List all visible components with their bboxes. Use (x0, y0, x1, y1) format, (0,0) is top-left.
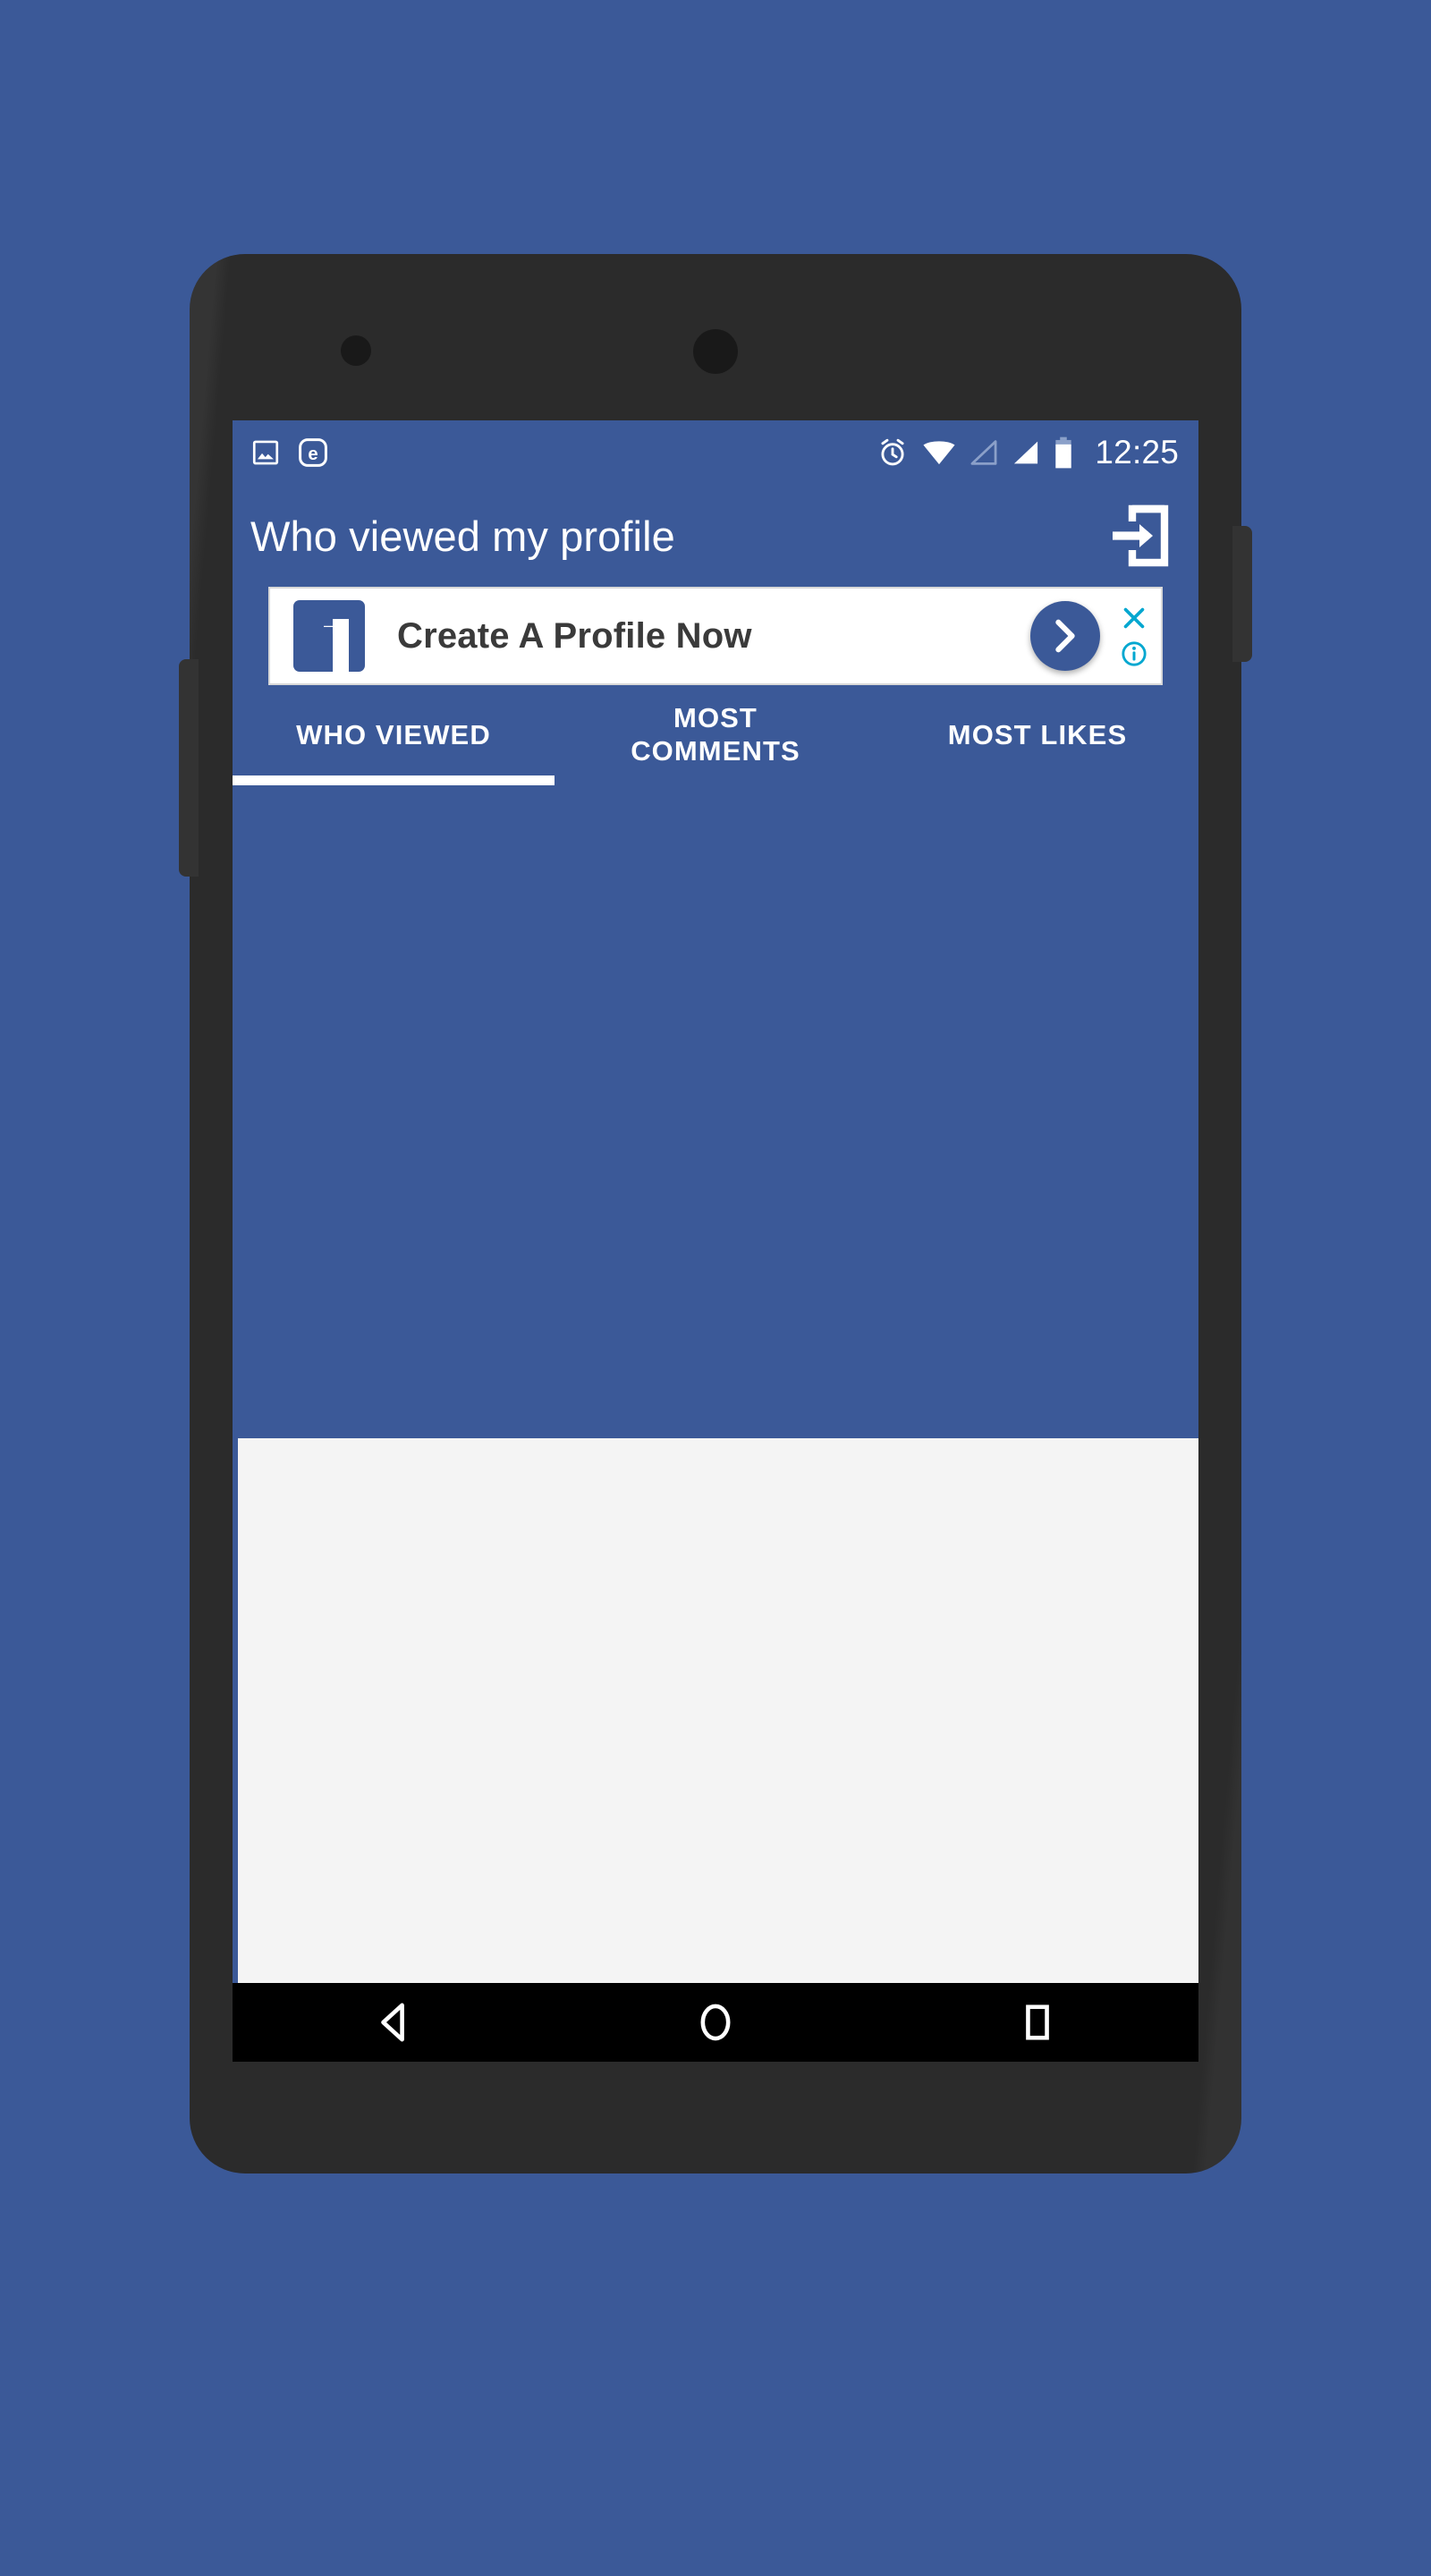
power-button[interactable] (1232, 526, 1252, 662)
app-bar: Who viewed my profile (233, 485, 1198, 587)
signal-full-icon (1012, 439, 1040, 466)
ad-cta-button[interactable] (1030, 601, 1100, 671)
tab-label: MOST LIKES (947, 718, 1128, 750)
status-bar-clock: 12:25 (1095, 434, 1179, 470)
ad-info-icon[interactable] (1121, 640, 1147, 667)
content-area (233, 785, 1198, 2062)
tab-most-likes[interactable]: MOST LIKES (876, 685, 1198, 785)
logout-button[interactable] (1105, 500, 1173, 572)
status-bar-right-icons: 12:25 (876, 434, 1179, 471)
status-bar-left-icons: e (250, 436, 329, 469)
tab-label: MOST COMMENTS (631, 702, 800, 767)
battery-icon (1054, 436, 1073, 469)
back-triangle-icon (374, 2002, 413, 2043)
tab-label: WHO VIEWED (296, 718, 491, 750)
ad-banner[interactable]: Create A Profile Now (268, 587, 1163, 685)
status-bar: e 12:25 (233, 420, 1198, 485)
nav-back-button[interactable] (233, 1983, 555, 2062)
tab-active-indicator (233, 775, 555, 785)
edge-browser-icon: e (297, 436, 329, 469)
ad-headline: Create A Profile Now (397, 615, 752, 656)
android-navigation-bar (233, 1983, 1198, 2062)
close-icon[interactable] (1122, 606, 1147, 631)
page-canvas: e 12:25 Who viewed my profile Create A P… (0, 0, 1431, 2576)
front-camera-icon (693, 329, 738, 374)
chevron-right-icon (1049, 617, 1081, 655)
tab-bar: WHO VIEWED MOST COMMENTS MOST LIKES (233, 685, 1198, 785)
empty-content-panel (238, 1438, 1198, 2027)
home-circle-icon (696, 2002, 735, 2043)
recents-square-icon (1020, 2002, 1055, 2043)
svg-text:e: e (308, 445, 318, 464)
page-title: Who viewed my profile (250, 512, 675, 560)
facebook-logo-icon (293, 600, 365, 672)
logout-icon (1109, 504, 1170, 568)
image-icon (250, 437, 281, 468)
proximity-sensor-icon (341, 335, 371, 366)
volume-rocker-button[interactable] (179, 659, 199, 877)
wifi-icon (922, 439, 956, 466)
alarm-clock-icon (876, 436, 909, 469)
phone-screen: e 12:25 Who viewed my profile Create A P… (233, 420, 1198, 2062)
tab-most-comments[interactable]: MOST COMMENTS (555, 685, 876, 785)
nav-recents-button[interactable] (876, 1983, 1198, 2062)
tab-who-viewed[interactable]: WHO VIEWED (233, 685, 555, 785)
nav-home-button[interactable] (555, 1983, 876, 2062)
ad-controls (1114, 606, 1154, 667)
signal-empty-icon (970, 439, 998, 466)
